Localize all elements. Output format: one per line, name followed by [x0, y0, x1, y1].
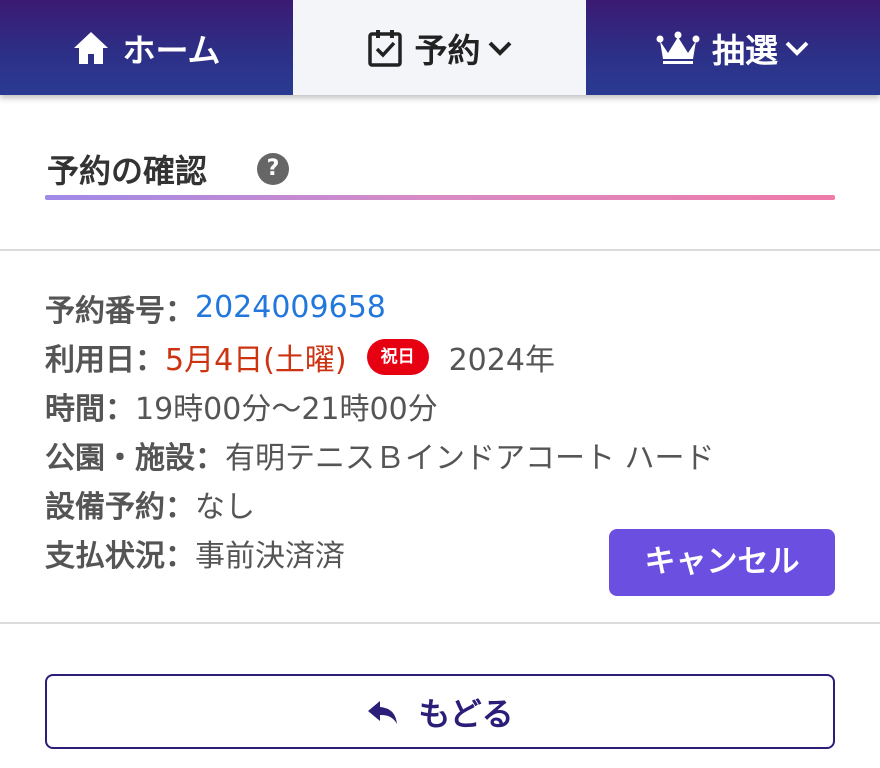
- tab-lottery-label: 抽選: [712, 30, 778, 70]
- time-row: 時間： 19時00分～21時00分: [45, 381, 835, 430]
- divider: [0, 249, 880, 251]
- calendar-check-icon: [367, 28, 403, 68]
- date-value: 5月4日(土曜): [165, 342, 347, 378]
- year-value: 2024年: [448, 342, 555, 378]
- payment-value: 事前決済済: [195, 538, 345, 574]
- facility-value: 有明テニスＢインドアコート ハード: [225, 440, 715, 476]
- time-value: 19時00分～21時00分: [135, 391, 438, 427]
- payment-label: 支払状況：: [45, 538, 195, 574]
- date-label: 利用日：: [45, 342, 165, 378]
- cancel-button[interactable]: キャンセル: [609, 529, 835, 596]
- reservation-number-value: 2024009658: [195, 290, 386, 325]
- date-row: 利用日： 5月4日(土曜) 祝日 2024年: [45, 332, 835, 381]
- top-nav: ホーム 予約 抽選: [0, 0, 880, 95]
- section-heading: 予約の確認 ?: [45, 138, 835, 200]
- back-button-label: もどる: [418, 694, 514, 733]
- tab-home-label: ホーム: [122, 30, 221, 70]
- time-label: 時間：: [45, 391, 135, 427]
- facility-row: 公園・施設： 有明テニスＢインドアコート ハード: [45, 430, 835, 479]
- reservation-number-label: 予約番号：: [45, 293, 195, 329]
- chevron-down-icon: [487, 38, 513, 58]
- tab-home[interactable]: ホーム: [0, 0, 293, 95]
- facility-label: 公園・施設：: [45, 440, 225, 476]
- equipment-value: なし: [195, 489, 255, 525]
- equipment-label: 設備予約：: [45, 489, 195, 525]
- equipment-row: 設備予約： なし: [45, 479, 835, 528]
- page-title: 予約の確認: [47, 152, 208, 190]
- tab-reserve-label: 予約: [414, 30, 481, 70]
- tab-reserve[interactable]: 予約: [293, 0, 586, 95]
- heading-underline: [45, 195, 835, 200]
- tab-lottery[interactable]: 抽選: [586, 0, 880, 95]
- divider: [0, 622, 880, 624]
- holiday-badge: 祝日: [366, 338, 429, 375]
- home-icon: [72, 30, 110, 66]
- chevron-down-icon: [784, 38, 810, 58]
- question-icon[interactable]: ?: [257, 153, 289, 185]
- back-button[interactable]: もどる: [45, 674, 835, 749]
- reply-arrow-icon: [366, 698, 400, 726]
- reservation-number-row: 予約番号： 2024009658: [45, 283, 835, 332]
- crown-icon: [656, 31, 700, 65]
